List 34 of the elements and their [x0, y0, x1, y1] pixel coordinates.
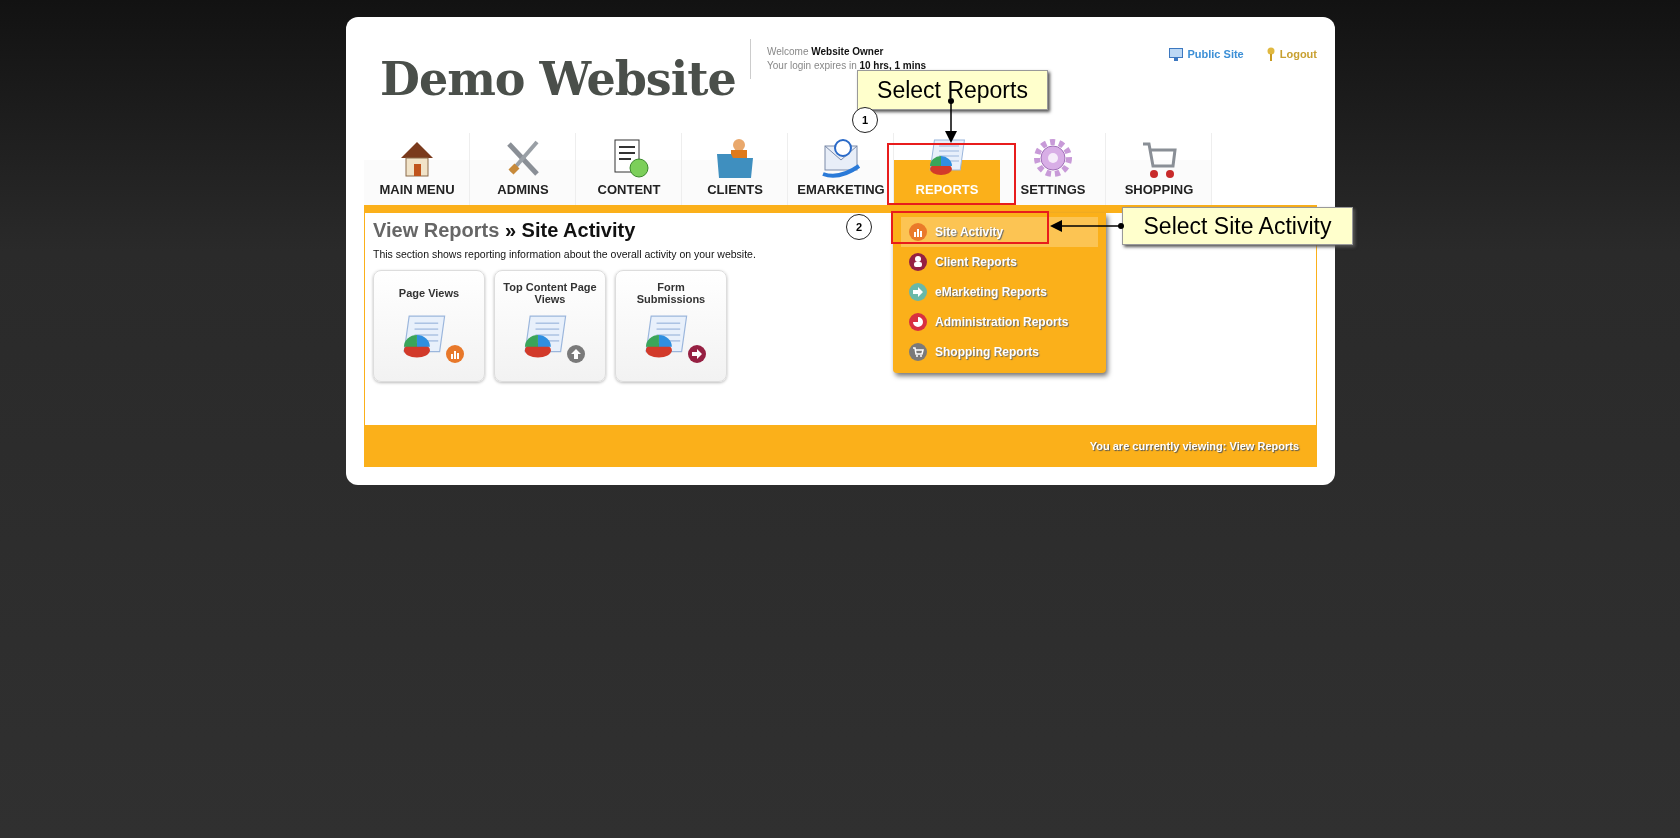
badge-icon [688, 345, 706, 363]
report-tile[interactable]: Page Views [373, 270, 485, 382]
status-text: You are currently viewing: View Reports [1089, 440, 1299, 452]
nav-tab[interactable]: EMARKETING [788, 133, 894, 205]
breadcrumb-link[interactable]: View Reports [373, 219, 500, 241]
menu-item-icon [909, 313, 927, 331]
badge-icon [567, 345, 585, 363]
section-description: This section shows reporting information about the overall activity on your website. [373, 248, 757, 260]
callout-label: Select Reports [857, 70, 1048, 110]
nav-tab[interactable]: CONTENT [576, 133, 682, 205]
nav-tab[interactable]: SETTINGS [1000, 133, 1106, 205]
page-title: » Site Activity [504, 219, 636, 241]
menu-item-icon [909, 343, 927, 361]
report-tile[interactable]: Form Submissions [615, 270, 727, 382]
nav-tab[interactable]: MAIN MENU [364, 133, 470, 205]
badge-icon [446, 345, 464, 363]
welcome-text: Welcome Website Owner [767, 45, 885, 59]
header-link[interactable]: Public Site [1169, 47, 1244, 61]
key-icon [1265, 47, 1276, 61]
menu-item-icon [909, 253, 927, 271]
nav-tab[interactable]: ADMINS [470, 133, 576, 205]
menu-item-icon [909, 223, 927, 241]
step-number: 2 [846, 214, 872, 240]
site-logo: Demo Website [380, 51, 737, 107]
step-number: 1 [852, 107, 878, 133]
callout-label: Select Site Activity [1122, 207, 1353, 245]
monitor-icon [1169, 47, 1184, 61]
nav-tab[interactable]: CLIENTS [682, 133, 788, 205]
report-tile[interactable]: Top Content Page Views [494, 270, 606, 382]
gear-icon [1031, 136, 1075, 180]
login-expiry-text: Your login expires in 10 hrs, 1 mins [767, 59, 927, 73]
envelope-icon [819, 136, 863, 180]
menu-item-icon [909, 283, 927, 301]
nav-tab[interactable]: SHOPPING [1106, 133, 1212, 205]
